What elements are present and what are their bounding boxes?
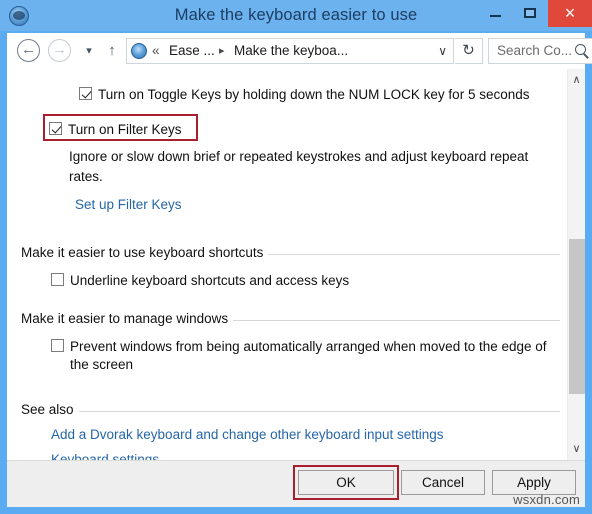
title-bar: Make the keyboard easier to use <box>0 0 592 31</box>
scroll-up-icon[interactable]: ∧ <box>568 71 585 89</box>
address-bar[interactable]: « Ease ... ▸ Make the keyboa... ∨ <box>126 38 454 64</box>
highlight-box-filter-keys <box>43 114 198 141</box>
search-input-text: Search Co... <box>497 43 573 58</box>
breadcrumb-item-ease[interactable]: Ease ... <box>169 39 215 63</box>
dialog-footer: OK Cancel Apply wsxdn.com <box>7 460 585 507</box>
up-arrow-icon[interactable]: ↑ <box>104 41 120 61</box>
section-heading-shortcuts: Make it easier to use keyboard shortcuts <box>21 245 269 260</box>
checkbox-prevent-arrange[interactable] <box>51 339 64 352</box>
section-manage-windows: Make it easier to manage windows <box>21 311 560 329</box>
settings-content-panel: Turn on Toggle Keys by holding down the … <box>7 69 585 460</box>
checkbox-label-toggle-keys: Turn on Toggle Keys by holding down the … <box>98 87 530 102</box>
scroll-down-icon[interactable]: ∨ <box>568 440 585 458</box>
close-button[interactable] <box>548 0 592 27</box>
link-keyboard-settings[interactable]: Keyboard settings <box>51 452 159 460</box>
link-set-up-filter-keys[interactable]: Set up Filter Keys <box>75 197 182 212</box>
checkbox-label-underline-shortcuts: Underline keyboard shortcuts and access … <box>70 273 350 288</box>
address-ease-of-access-icon <box>131 43 147 59</box>
search-icon <box>575 44 586 55</box>
section-keyboard-shortcuts: Make it easier to use keyboard shortcuts <box>21 245 560 263</box>
breadcrumb-separator-icon: ▸ <box>219 45 225 57</box>
minimize-button[interactable] <box>478 0 514 27</box>
cancel-button[interactable]: Cancel <box>401 470 485 495</box>
vertical-scrollbar[interactable]: ∧ ∨ <box>567 69 585 460</box>
section-see-also: See also <box>21 402 560 420</box>
highlight-box-ok-button <box>293 465 399 500</box>
chevron-down-icon[interactable]: ▾ <box>81 45 97 57</box>
link-dvorak-keyboard[interactable]: Add a Dvorak keyboard and change other k… <box>51 427 444 442</box>
refresh-button[interactable]: ↻ <box>455 38 483 64</box>
filter-keys-description: Ignore or slow down brief or repeated ke… <box>69 149 529 184</box>
scroll-area: Turn on Toggle Keys by holding down the … <box>7 69 567 460</box>
maximize-button[interactable] <box>512 0 548 27</box>
checkbox-toggle-keys[interactable] <box>79 87 92 100</box>
checkbox-underline-shortcuts[interactable] <box>51 273 64 286</box>
breadcrumb-overflow-icon[interactable]: « <box>152 39 160 63</box>
forward-arrow-icon[interactable]: → <box>48 39 71 62</box>
control-panel-window: Make the keyboard easier to use ← → ▾ ↑ … <box>0 0 592 514</box>
section-divider <box>21 411 560 412</box>
section-heading-windows: Make it easier to manage windows <box>21 311 234 326</box>
checkbox-label-prevent-arrange: Prevent windows from being automatically… <box>70 339 547 372</box>
back-arrow-icon[interactable]: ← <box>17 39 40 62</box>
search-input[interactable]: Search Co... <box>488 38 592 64</box>
section-heading-see-also: See also <box>21 402 79 417</box>
address-dropdown-icon[interactable]: ∨ <box>438 39 447 63</box>
watermark: wsxdn.com <box>513 492 580 507</box>
scrollbar-thumb[interactable] <box>569 239 585 394</box>
breadcrumb-item-current[interactable]: Make the keyboa... <box>234 39 348 63</box>
navigation-bar: ← → ▾ ↑ « Ease ... ▸ Make the keyboa... … <box>7 33 592 69</box>
